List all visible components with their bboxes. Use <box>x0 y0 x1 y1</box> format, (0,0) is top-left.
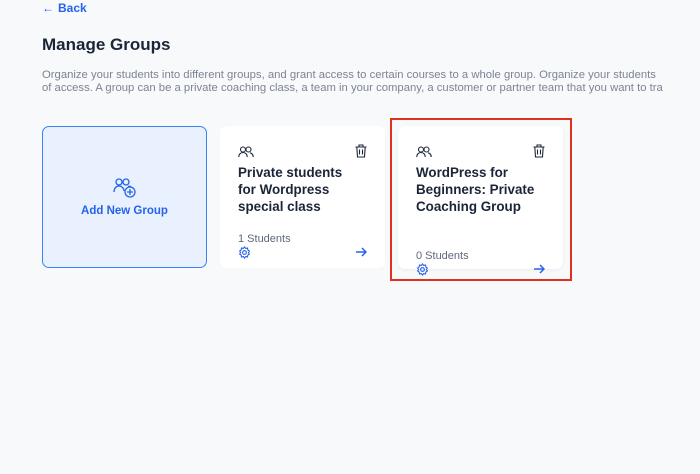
gear-icon[interactable] <box>416 263 429 276</box>
description-line: of access. A group can be a private coac… <box>42 82 663 94</box>
back-label: Back <box>58 1 87 15</box>
arrow-right-icon[interactable] <box>533 264 545 274</box>
trash-icon[interactable] <box>533 144 545 158</box>
group-card[interactable]: Private students for Wordpress special c… <box>220 126 385 268</box>
student-count: 0 Students <box>416 250 469 262</box>
add-group-icon <box>112 178 136 198</box>
people-icon <box>416 146 432 158</box>
group-name: Private students for Wordpress special c… <box>238 165 343 214</box>
student-count: 1 Students <box>238 233 291 245</box>
gear-icon[interactable] <box>238 246 251 259</box>
arrow-right-icon[interactable] <box>355 247 367 257</box>
page-title: Manage Groups <box>42 35 171 54</box>
arrow-left-icon: ← <box>42 1 54 15</box>
description-line: Organize your students into different gr… <box>42 69 656 81</box>
back-link[interactable]: ← Back <box>42 1 87 15</box>
group-name: WordPress for Beginners: Private Coachin… <box>416 165 535 214</box>
page-description: Organize your students into different gr… <box>42 69 700 95</box>
add-new-group-label: Add New Group <box>81 205 168 217</box>
group-card[interactable]: WordPress for Beginners: Private Coachin… <box>398 126 563 276</box>
people-icon <box>238 146 254 158</box>
add-new-group-button[interactable]: Add New Group <box>42 126 207 268</box>
trash-icon[interactable] <box>355 144 367 158</box>
